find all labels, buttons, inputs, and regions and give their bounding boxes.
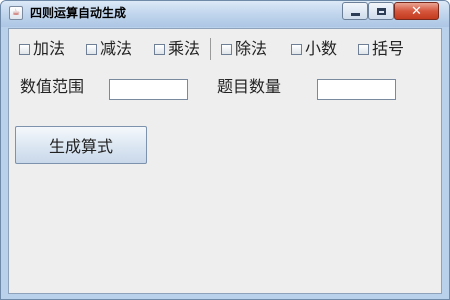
checkbox-multiplication[interactable] [154, 43, 165, 55]
checkbox-division[interactable] [221, 43, 232, 55]
option-addition-label: 加法 [33, 39, 66, 58]
checkbox-subtraction[interactable] [86, 43, 97, 55]
minimize-icon [350, 12, 360, 16]
option-division-label: 除法 [235, 39, 268, 58]
checkbox-addition[interactable] [19, 43, 30, 55]
option-decimal[interactable]: 小数 [291, 40, 337, 58]
generate-button[interactable]: 生成算式 [15, 126, 147, 164]
maximize-icon [376, 7, 386, 15]
option-addition[interactable]: 加法 [19, 40, 65, 58]
java-cup-icon[interactable]: ☕ [9, 6, 23, 20]
maximize-button[interactable] [368, 2, 394, 20]
option-subtraction[interactable]: 减法 [86, 40, 132, 58]
option-brackets-label: 括号 [372, 39, 405, 58]
checkbox-decimal[interactable] [291, 43, 302, 55]
option-division[interactable]: 除法 [221, 40, 267, 58]
options-separator [210, 38, 211, 60]
minimize-button[interactable] [342, 2, 368, 20]
close-button[interactable]: ✕ [394, 2, 439, 20]
option-subtraction-label: 减法 [100, 39, 133, 58]
count-input[interactable] [317, 79, 396, 100]
close-icon: ✕ [411, 3, 422, 19]
count-label: 题目数量 [217, 77, 282, 96]
range-label: 数值范围 [20, 77, 85, 96]
window-title: 四则运算自动生成 [30, 6, 127, 20]
title-bar[interactable]: ☕ 四则运算自动生成 ✕ [1, 1, 449, 27]
option-brackets[interactable]: 括号 [358, 40, 404, 58]
option-multiplication[interactable]: 乘法 [154, 40, 200, 58]
option-multiplication-label: 乘法 [168, 39, 201, 58]
option-decimal-label: 小数 [305, 39, 338, 58]
checkbox-brackets[interactable] [358, 43, 369, 55]
content-panel: 加法 减法 乘法 除法 小数 括号 数值范围 题目数量 生成算式 [8, 28, 442, 294]
range-input[interactable] [109, 79, 188, 100]
app-window: ☕ 四则运算自动生成 ✕ 加法 减法 乘法 除法 小数 括号 数值范围 题目数量… [0, 0, 450, 300]
